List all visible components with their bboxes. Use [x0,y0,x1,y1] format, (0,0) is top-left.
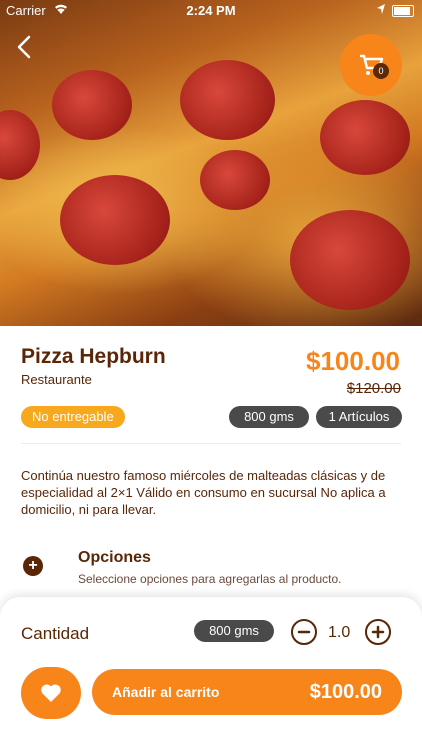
decrease-quantity-button[interactable] [291,619,317,645]
status-time: 2:24 PM [186,3,236,18]
options-subtitle: Seleccione opciones para agregarlas al p… [78,572,342,586]
favorite-button[interactable] [21,667,81,719]
location-icon [376,3,386,18]
status-bar: Carrier 2:24 PM [0,0,422,22]
plus-icon [371,625,385,639]
quantity-value: 1.0 [328,624,351,641]
chevron-left-icon [17,35,31,59]
add-to-cart-total: $100.00 [309,681,382,703]
delivery-status-badge: No entregable [21,406,125,428]
quantity-label: Cantidad [21,624,90,643]
options-title[interactable]: Opciones [78,549,151,567]
weight-chip: 800 gms [229,406,309,428]
increase-quantity-button[interactable] [365,619,391,645]
quantity-weight-chip: 800 gms [194,620,274,642]
product-store: Restaurante [21,372,92,387]
battery-icon [392,5,414,17]
minus-icon [297,630,311,634]
product-price: $100.00 [306,346,400,376]
add-to-cart-button[interactable]: Añadir al carrito $100.00 [92,669,402,715]
add-to-cart-label: Añadir al carrito [112,684,220,700]
items-chip: 1 Artículos [316,406,402,428]
cart-button[interactable]: 0 [340,34,402,96]
back-button[interactable] [16,34,40,62]
divider [21,443,401,444]
product-title: Pizza Hepburn [21,345,166,368]
heart-icon [41,684,61,702]
product-old-price: $120.00 [346,380,401,397]
cart-count-badge: 0 [373,63,389,79]
product-description: Continúa nuestro famoso miércoles de mal… [21,468,386,517]
add-options-button[interactable]: + [23,556,43,576]
